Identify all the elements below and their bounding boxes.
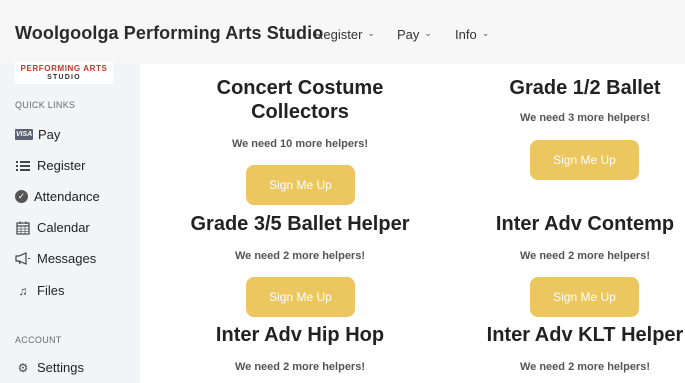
opportunity-card: Inter Adv Contemp We need 2 more helpers… <box>470 212 685 262</box>
brand-title[interactable]: Woolgoolga Performing Arts Studio <box>15 23 323 44</box>
opportunity-card: Concert Costume Collectors We need 10 mo… <box>200 76 400 150</box>
sidebar-item-files[interactable]: ♫ Files <box>15 283 65 298</box>
chevron-down-icon: ⌄ <box>367 28 375 38</box>
opportunity-card: Grade 3/5 Ballet Helper We need 2 more h… <box>185 212 415 262</box>
helpers-needed: We need 2 more helpers! <box>519 250 650 262</box>
chevron-down-icon: ⌄ <box>424 28 432 38</box>
sign-me-up-button[interactable]: Sign Me Up <box>530 277 639 317</box>
sidebar-item-label: Files <box>37 283 65 298</box>
nav-info[interactable]: Info ⌄ <box>455 27 489 42</box>
sign-me-up-button[interactable]: Sign Me Up <box>530 140 639 180</box>
opportunity-card: Inter Adv KLT Helper We need 2 more help… <box>470 323 685 373</box>
check-circle-icon: ✓ <box>15 190 28 203</box>
nav-info-label: Info <box>455 27 477 42</box>
music-note-icon: ♫ <box>18 283 28 298</box>
sign-me-up-button[interactable]: Sign Me Up <box>246 165 355 205</box>
sidebar-item-label: Pay <box>38 127 61 142</box>
nav-register-label: Register <box>314 27 363 42</box>
helpers-needed: We need 2 more helpers! <box>234 361 365 373</box>
quick-links-heading: QUICK LINKS <box>15 100 76 110</box>
studio-logo[interactable]: PERFORMING ARTS STUDIO <box>15 62 113 84</box>
sidebar-item-label: Calendar <box>37 220 90 235</box>
sidebar-item-label: Register <box>37 158 86 173</box>
megaphone-icon <box>15 252 31 266</box>
visa-card-icon: VISA <box>15 129 33 140</box>
sidebar-item-label: Messages <box>37 251 97 266</box>
sidebar-item-messages[interactable]: Messages <box>15 251 96 266</box>
logo-line1: PERFORMING ARTS <box>20 64 108 73</box>
sidebar-item-pay[interactable]: VISA Pay <box>15 127 60 142</box>
helpers-needed: We need 3 more helpers! <box>519 112 650 124</box>
calendar-icon <box>15 221 31 235</box>
sidebar-item-calendar[interactable]: Calendar <box>15 220 90 235</box>
top-navbar: Woolgoolga Performing Arts Studio Regist… <box>0 0 685 64</box>
helpers-needed: We need 10 more helpers! <box>231 138 369 150</box>
sidebar-item-register[interactable]: Register <box>15 158 85 173</box>
sidebar-item-label: Attendance <box>34 189 100 204</box>
logo-line2: STUDIO <box>47 74 81 81</box>
nav-register[interactable]: Register ⌄ <box>314 27 375 42</box>
card-title: Inter Adv Contemp <box>495 213 675 235</box>
chevron-down-icon: ⌄ <box>481 28 490 38</box>
card-title: Grade 3/5 Ballet Helper <box>190 213 410 235</box>
card-title: Inter Adv Hip Hop <box>215 324 385 346</box>
sidebar-item-label: Settings <box>37 360 84 375</box>
list-icon <box>15 159 31 173</box>
nav-pay-label: Pay <box>397 27 420 42</box>
sidebar-item-settings[interactable]: ⚙ Settings <box>15 360 84 375</box>
card-title: Inter Adv KLT Helper <box>486 324 684 346</box>
opportunity-card: Inter Adv Hip Hop We need 2 more helpers… <box>185 323 415 373</box>
nav-pay[interactable]: Pay ⌄ <box>397 27 432 42</box>
card-title: Concert Costume Collectors <box>216 77 384 123</box>
helpers-needed: We need 2 more helpers! <box>519 361 650 373</box>
card-title: Grade 1/2 Ballet <box>509 77 661 99</box>
sign-me-up-button[interactable]: Sign Me Up <box>246 277 355 317</box>
opportunity-card: Grade 1/2 Ballet We need 3 more helpers! <box>485 76 685 124</box>
account-heading: ACCOUNT <box>15 335 62 345</box>
gear-icon: ⚙ <box>17 360 29 375</box>
sidebar-item-attendance[interactable]: ✓ Attendance <box>15 189 100 204</box>
helpers-needed: We need 2 more helpers! <box>234 250 365 262</box>
